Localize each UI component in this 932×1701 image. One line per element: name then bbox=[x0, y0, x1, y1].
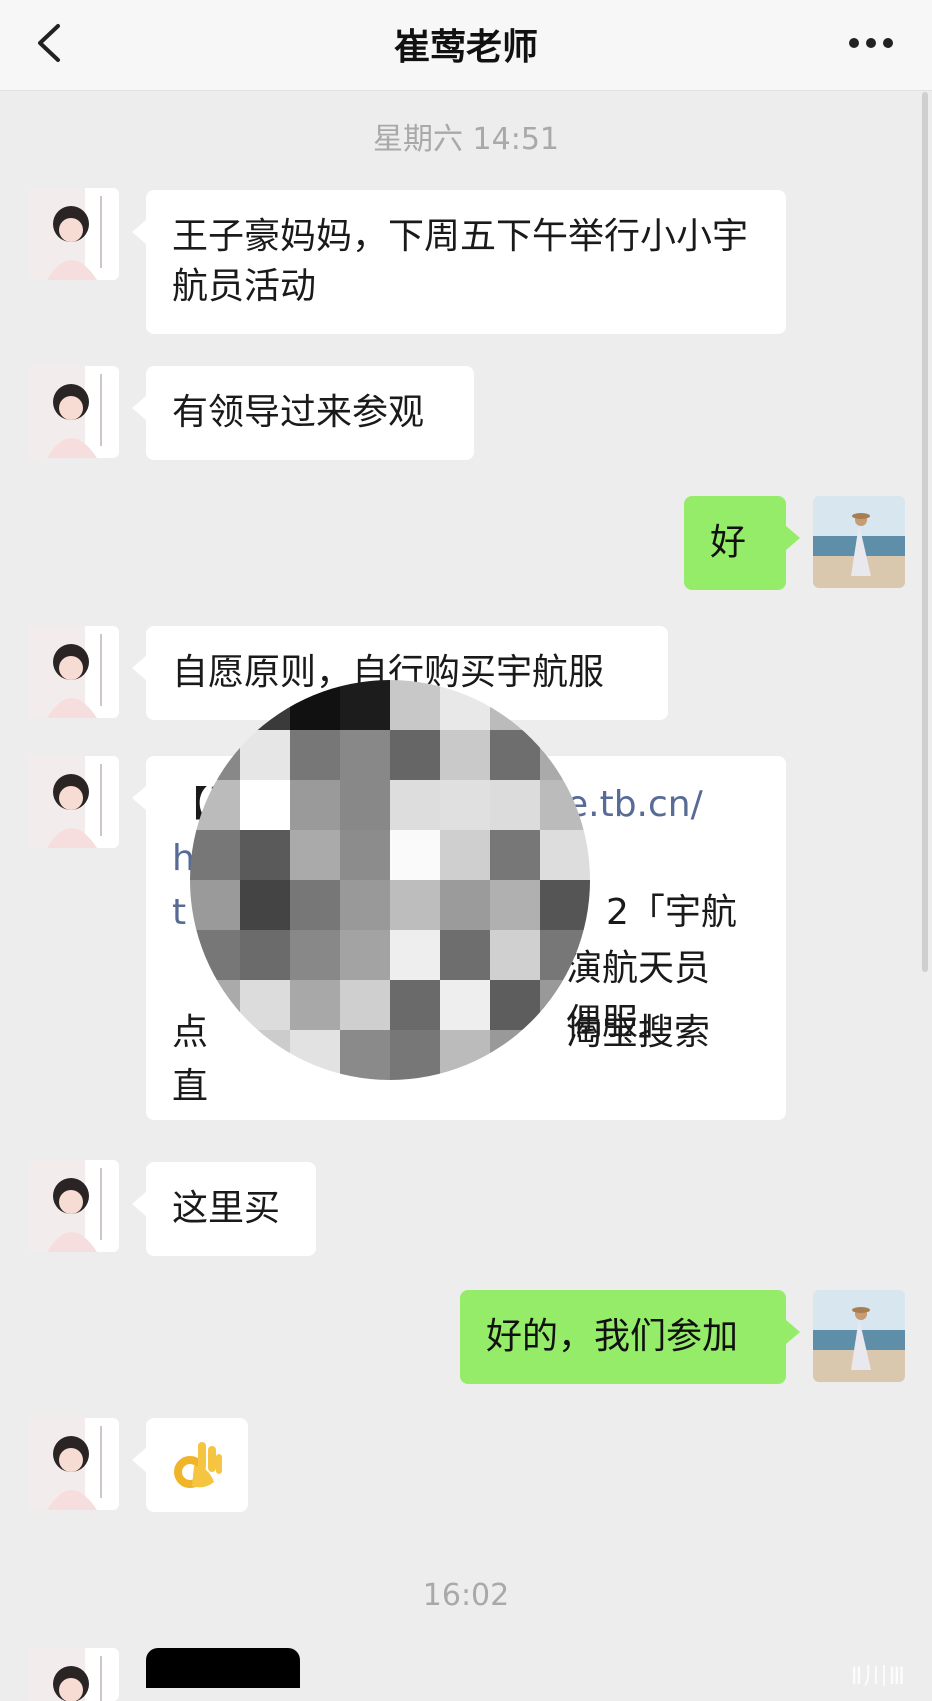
teacher-avatar[interactable] bbox=[27, 1418, 119, 1510]
link-text-head: 直 bbox=[172, 1066, 209, 1107]
teacher-avatar[interactable] bbox=[27, 1160, 119, 1252]
message-bubble[interactable]: 这里买 bbox=[132, 1162, 316, 1256]
redacted-message[interactable] bbox=[146, 1648, 300, 1688]
teacher-avatar[interactable] bbox=[27, 188, 119, 280]
my-message-bubble[interactable]: 好 bbox=[684, 496, 800, 590]
teacher-avatar[interactable] bbox=[27, 626, 119, 718]
teacher-avatar[interactable] bbox=[27, 1648, 119, 1701]
link-text-head: 点 bbox=[172, 1012, 209, 1053]
message-bubble[interactable]: 有领导过来参观 bbox=[132, 366, 474, 460]
link-text-tail: 演航天员 bbox=[566, 948, 711, 989]
ok-hand-icon bbox=[174, 1442, 222, 1488]
scrollbar[interactable] bbox=[922, 92, 928, 972]
teacher-avatar[interactable] bbox=[27, 366, 119, 458]
message-timestamp: 星期六 14:51 bbox=[373, 122, 559, 157]
teacher-avatar[interactable] bbox=[27, 756, 119, 848]
pixelated-mosaic bbox=[190, 680, 590, 1080]
message-timestamp: 16:02 bbox=[422, 1578, 510, 1613]
my-avatar[interactable] bbox=[813, 496, 905, 588]
nav-bar: 崔莺老师 bbox=[0, 0, 932, 91]
my-message-bubble[interactable]: 好的，我们参加 bbox=[460, 1290, 800, 1384]
more-icon[interactable] bbox=[848, 36, 894, 50]
chat-title: 崔莺老师 bbox=[393, 27, 538, 68]
message-bubble[interactable]: 王子豪妈妈，下周五下午举行小小宇航员活动 bbox=[132, 190, 786, 334]
link-text-tail: 2「宇航 bbox=[606, 892, 737, 933]
link-url-cont[interactable]: t bbox=[172, 888, 186, 938]
link-text-tail: 淘宝搜索 bbox=[566, 1012, 711, 1053]
watermark: Ⅱ川Ⅲ bbox=[850, 1662, 906, 1690]
my-avatar[interactable] bbox=[813, 1290, 905, 1382]
emoji-message-bubble[interactable] bbox=[132, 1418, 248, 1512]
link-url[interactable]: e.tb.cn/ bbox=[566, 780, 703, 830]
